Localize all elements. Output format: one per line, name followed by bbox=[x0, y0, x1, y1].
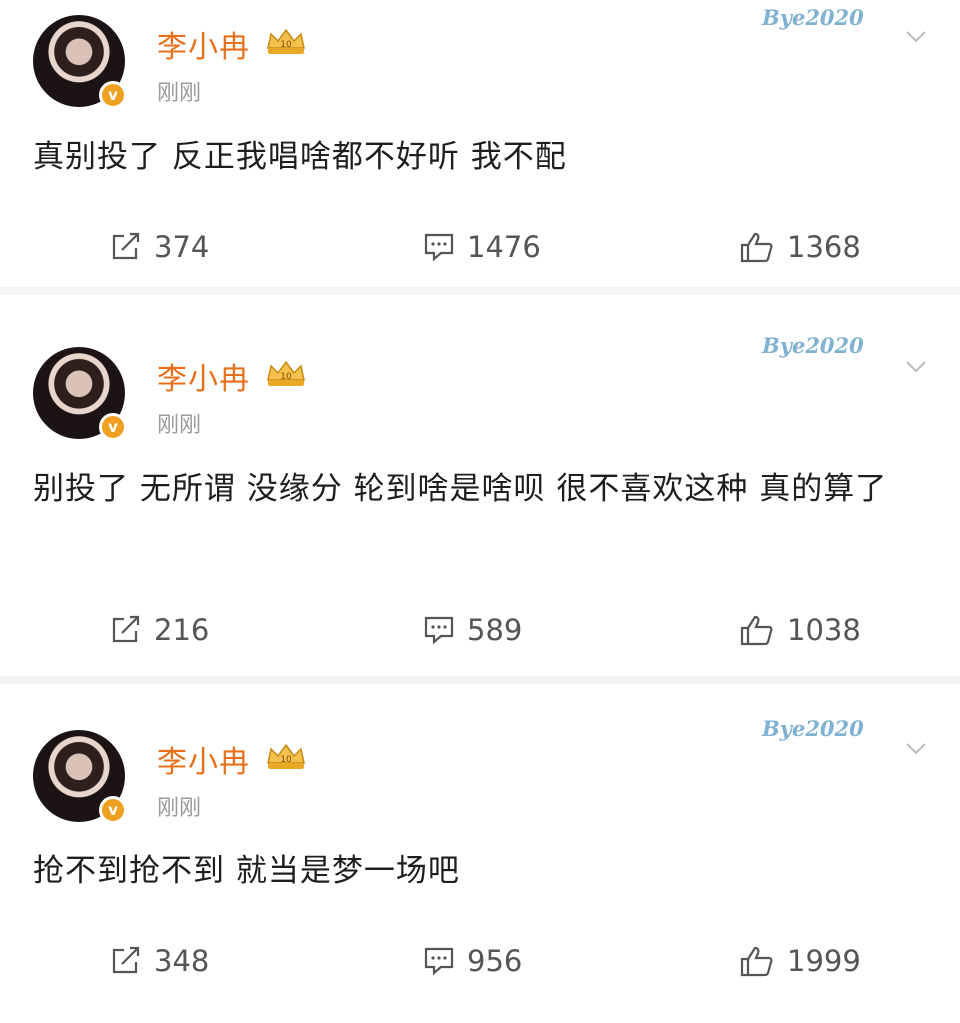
repost-button[interactable]: 348 bbox=[110, 936, 209, 986]
chevron-down-icon[interactable] bbox=[905, 742, 927, 756]
comment-icon bbox=[424, 616, 454, 645]
like-button[interactable]: 1368 bbox=[739, 222, 861, 272]
comment-count: 1476 bbox=[467, 230, 541, 264]
crown-icon: 10 bbox=[267, 28, 305, 54]
like-icon bbox=[740, 615, 773, 646]
chevron-down-icon[interactable] bbox=[905, 30, 927, 44]
verified-badge-icon: v bbox=[99, 81, 127, 109]
author-name[interactable]: 李小冉 bbox=[157, 22, 250, 66]
action-bar: 216 589 1038 bbox=[0, 605, 960, 655]
watermark: Bye2020 bbox=[762, 5, 864, 30]
like-count: 1038 bbox=[787, 613, 861, 647]
post-text: 别投了 无所谓 没缘分 轮到啥是啥呗 很不喜欢这种 真的算了 bbox=[33, 471, 888, 507]
repost-button[interactable]: 374 bbox=[110, 222, 209, 272]
comment-button[interactable]: 1476 bbox=[423, 222, 541, 272]
repost-count: 348 bbox=[154, 944, 210, 978]
comment-count: 589 bbox=[467, 613, 523, 647]
watermark: Bye2020 bbox=[762, 716, 864, 741]
crown-icon: 10 bbox=[267, 743, 305, 769]
post-time: 刚刚 bbox=[157, 81, 202, 106]
avatar[interactable]: v bbox=[33, 730, 127, 824]
divider bbox=[0, 287, 960, 295]
post-time: 刚刚 bbox=[157, 796, 202, 821]
divider bbox=[0, 676, 960, 684]
verified-badge-icon: v bbox=[99, 796, 127, 824]
comment-count: 956 bbox=[467, 944, 523, 978]
comment-icon bbox=[424, 233, 454, 262]
repost-icon bbox=[112, 946, 140, 974]
avatar[interactable]: v bbox=[33, 15, 127, 109]
like-button[interactable]: 1038 bbox=[739, 605, 861, 655]
repost-count: 374 bbox=[154, 230, 210, 264]
like-count: 1999 bbox=[787, 944, 861, 978]
svg-text:10: 10 bbox=[280, 372, 292, 382]
action-bar: 374 1476 1368 bbox=[0, 222, 960, 272]
post-time: 刚刚 bbox=[157, 413, 202, 438]
like-button[interactable]: 1999 bbox=[739, 936, 861, 986]
post-card: v 李小冉 10 刚刚 Bye2020 真别投了 反正我唱啥都不好听 我不配 3… bbox=[0, 0, 960, 285]
post-card: v 李小冉 10 刚刚 Bye2020 抢不到抢不到 就当是梦一场吧 348 9… bbox=[0, 688, 960, 1023]
action-bar: 348 956 1999 bbox=[0, 936, 960, 986]
verified-badge-icon: v bbox=[99, 413, 127, 441]
like-icon bbox=[740, 946, 773, 977]
chevron-down-icon[interactable] bbox=[905, 360, 927, 374]
repost-icon bbox=[112, 232, 140, 260]
repost-count: 216 bbox=[154, 613, 210, 647]
svg-text:10: 10 bbox=[280, 755, 292, 765]
like-count: 1368 bbox=[787, 230, 861, 264]
watermark: Bye2020 bbox=[762, 333, 864, 358]
comment-icon bbox=[424, 947, 454, 976]
comment-button[interactable]: 956 bbox=[423, 936, 522, 986]
like-icon bbox=[740, 232, 773, 263]
author-name[interactable]: 李小冉 bbox=[157, 737, 250, 781]
repost-icon bbox=[112, 615, 140, 643]
post-text: 抢不到抢不到 就当是梦一场吧 bbox=[33, 853, 460, 889]
author-name[interactable]: 李小冉 bbox=[157, 354, 250, 398]
repost-button[interactable]: 216 bbox=[110, 605, 209, 655]
svg-text:10: 10 bbox=[280, 40, 292, 50]
comment-button[interactable]: 589 bbox=[423, 605, 522, 655]
post-card: v 李小冉 10 刚刚 Bye2020 别投了 无所谓 没缘分 轮到啥是啥呗 很… bbox=[0, 295, 960, 670]
avatar[interactable]: v bbox=[33, 347, 127, 441]
post-text: 真别投了 反正我唱啥都不好听 我不配 bbox=[33, 139, 567, 175]
crown-icon: 10 bbox=[267, 360, 305, 386]
